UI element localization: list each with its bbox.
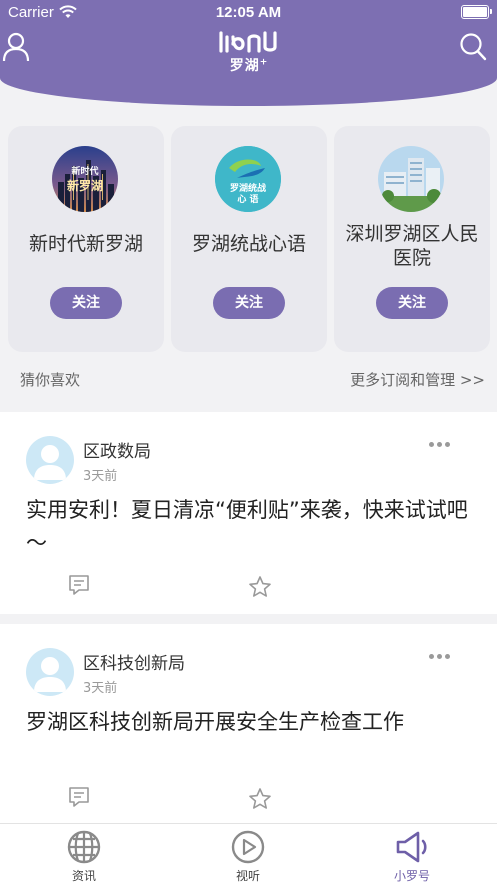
globe-icon bbox=[67, 830, 101, 864]
post-author[interactable]: 区政数局 bbox=[83, 437, 151, 462]
favorite-button[interactable] bbox=[248, 575, 272, 599]
channel-title: 深圳罗湖区人民医院 bbox=[345, 223, 479, 269]
avatar-caption-line1: 罗湖统战 bbox=[229, 184, 266, 194]
search-icon bbox=[460, 33, 487, 61]
bottom-tab-bar: 资讯 视听 小罗号 bbox=[0, 823, 497, 884]
user-profile-button[interactable] bbox=[2, 32, 30, 62]
logo-mark-icon bbox=[219, 31, 277, 53]
avatar-caption-line2: 心 语 bbox=[237, 195, 259, 205]
comment-button[interactable] bbox=[67, 785, 91, 809]
user-icon bbox=[2, 32, 30, 62]
status-bar: Carrier 12:05 AM bbox=[0, 0, 497, 26]
comment-icon bbox=[69, 575, 89, 595]
tab-xiaoluohao[interactable]: 小罗号 bbox=[362, 824, 462, 884]
post-time: 3天前 bbox=[83, 469, 118, 484]
star-icon bbox=[249, 576, 271, 597]
author-avatar bbox=[26, 648, 74, 696]
avatar-caption-line1: 新时代 bbox=[71, 167, 99, 177]
channel-avatar: 新时代 新罗湖 bbox=[52, 146, 118, 212]
default-avatar-icon bbox=[34, 445, 66, 480]
speaker-icon bbox=[396, 831, 427, 863]
star-icon bbox=[249, 788, 271, 809]
logo-text: 罗湖+ bbox=[229, 57, 269, 74]
subscription-card[interactable]: 新时代 新罗湖 新时代新罗湖 关注 bbox=[8, 126, 164, 352]
subscription-cards: 新时代 新罗湖 新时代新罗湖 关注 罗湖统战 心 语 罗湖统战心语 关注 深圳罗… bbox=[8, 126, 490, 352]
app-logo: 罗湖+ bbox=[217, 30, 281, 74]
default-avatar-icon bbox=[34, 657, 66, 692]
hospital-building-image bbox=[378, 146, 444, 212]
app-header: Carrier 12:05 AM 罗湖+ bbox=[0, 0, 497, 106]
feed-post[interactable]: 区科技创新局 3天前 罗湖区科技创新局开展安全生产检查工作 bbox=[0, 624, 497, 823]
subscription-card[interactable]: 罗湖统战 心 语 罗湖统战心语 关注 bbox=[171, 126, 327, 352]
tab-label: 视听 bbox=[235, 869, 260, 883]
tab-label: 小罗号 bbox=[393, 869, 430, 883]
more-options-icon[interactable] bbox=[429, 654, 451, 662]
favorite-button[interactable] bbox=[248, 787, 272, 811]
clock: 12:05 AM bbox=[215, 4, 282, 21]
subscription-card[interactable]: 深圳罗湖区人民医院 关注 bbox=[334, 126, 490, 352]
play-icon bbox=[231, 830, 265, 864]
post-text[interactable]: 实用安利！夏日清凉“便利贴”来袭，快来试试吧～ bbox=[26, 494, 474, 560]
tab-news[interactable]: 资讯 bbox=[34, 824, 134, 884]
follow-button[interactable]: 关注 bbox=[213, 287, 285, 319]
channel-title: 新时代新罗湖 bbox=[28, 233, 143, 255]
follow-button[interactable]: 关注 bbox=[50, 287, 122, 319]
battery-icon bbox=[461, 5, 492, 19]
follow-button[interactable]: 关注 bbox=[376, 287, 448, 319]
more-options-icon[interactable] bbox=[429, 442, 451, 450]
comment-icon bbox=[69, 787, 89, 807]
feed-post[interactable]: 区政数局 3天前 实用安利！夏日清凉“便利贴”来袭，快来试试吧～ bbox=[0, 412, 497, 614]
post-text[interactable]: 罗湖区科技创新局开展安全生产检查工作 bbox=[26, 706, 474, 739]
avatar-caption-line2: 新罗湖 bbox=[66, 179, 103, 193]
more-subscriptions-link[interactable]: 更多订阅和管理 >> bbox=[350, 369, 485, 390]
post-time: 3天前 bbox=[83, 681, 118, 696]
channel-avatar: 罗湖统战 心 语 bbox=[215, 146, 281, 212]
tab-label: 资讯 bbox=[71, 869, 96, 883]
tab-media[interactable]: 视听 bbox=[198, 824, 298, 884]
channel-title: 罗湖统战心语 bbox=[191, 233, 306, 255]
search-button[interactable] bbox=[459, 32, 487, 62]
channel-avatar bbox=[378, 146, 444, 212]
author-avatar bbox=[26, 436, 74, 484]
post-author[interactable]: 区科技创新局 bbox=[83, 649, 185, 674]
guess-you-like-label: 猜你喜欢 bbox=[20, 371, 81, 389]
comment-button[interactable] bbox=[67, 573, 91, 597]
